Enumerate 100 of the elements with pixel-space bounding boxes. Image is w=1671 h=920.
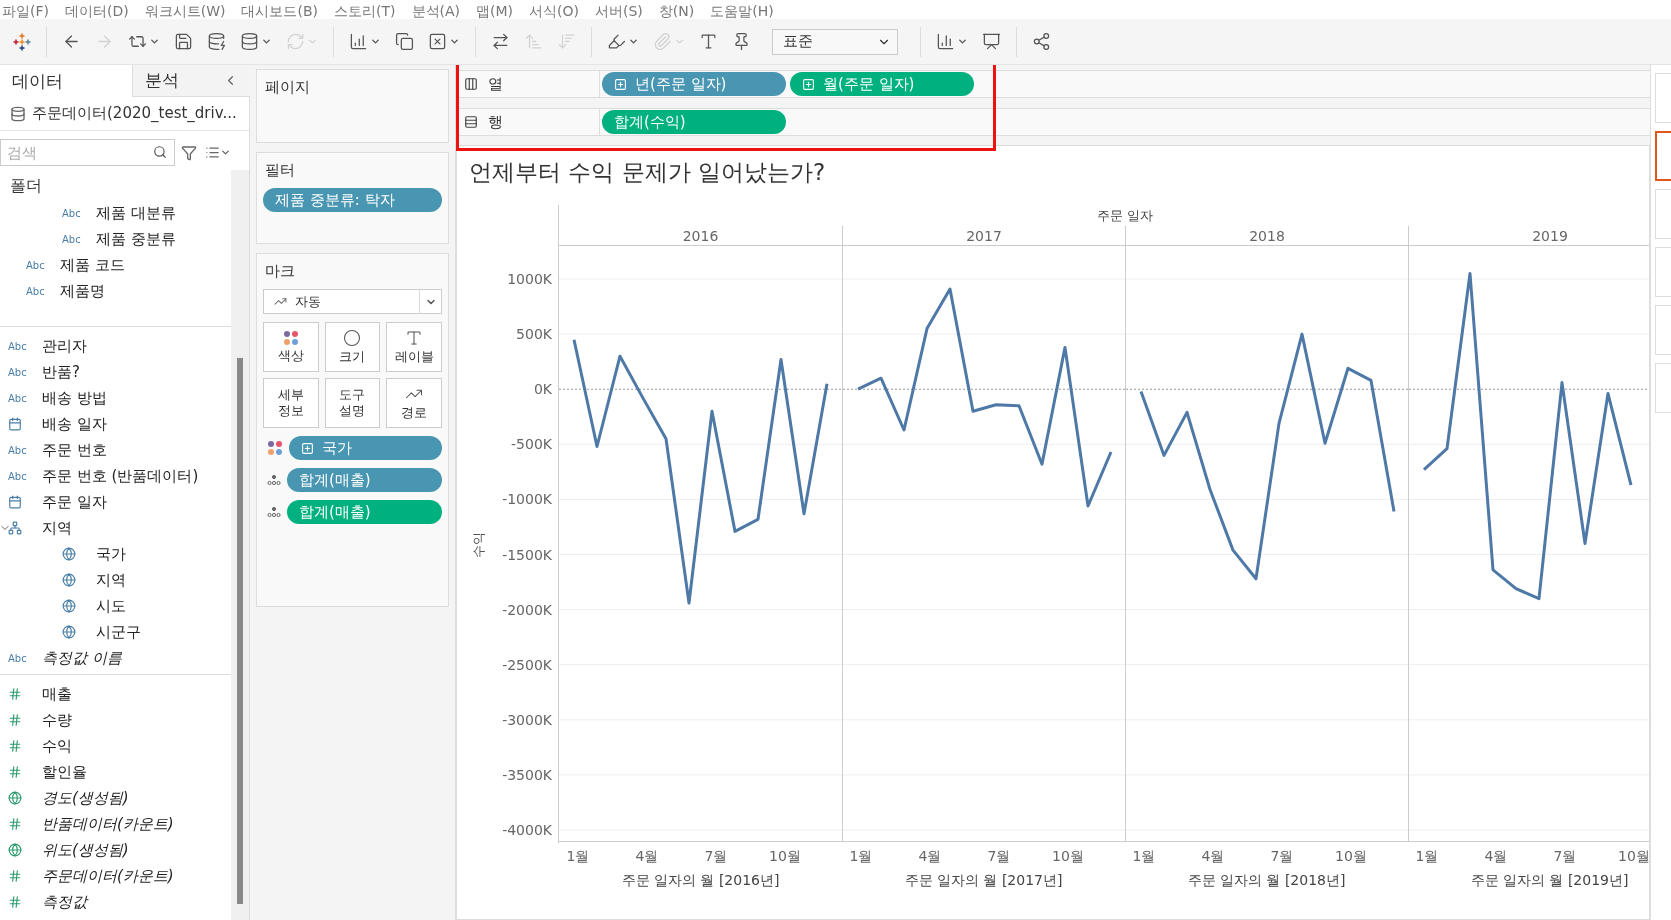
axis-tick-label: 10월 — [769, 848, 801, 866]
datasource-name[interactable]: 주문데이터(2020_test_driv... — [32, 104, 237, 123]
axis-title: 주문 일자의 월 [2018년] — [1186, 872, 1347, 890]
back-arrow-icon — [62, 32, 81, 51]
menu-item[interactable]: 맵(M) — [476, 3, 514, 19]
menu-item[interactable]: 대시보드(B) — [241, 3, 318, 19]
field-item[interactable]: 수익 — [0, 733, 231, 759]
field-item[interactable]: 매출 — [0, 681, 231, 707]
type-label: Abc — [26, 259, 46, 271]
size-circles-icon — [343, 329, 362, 347]
field-item[interactable]: Abc 제품 중분류 — [0, 226, 231, 252]
axis-tick-label: 4월 — [1484, 848, 1508, 866]
field-item[interactable]: 위도(생성됨) — [0, 837, 231, 863]
axis-tick-label: 1월 — [1415, 848, 1439, 866]
sort-ascending-icon — [524, 32, 543, 51]
type-label: Abc — [26, 285, 46, 297]
expand-icon — [614, 77, 627, 91]
scrollbar[interactable] — [231, 170, 249, 920]
menu-item[interactable]: 스토리(T) — [334, 3, 396, 19]
menu-item[interactable]: 분석(A) — [411, 3, 460, 19]
section-heading: 폴더 — [9, 175, 43, 197]
mark-property-button[interactable]: 도구 설명 — [324, 378, 381, 428]
field-item[interactable]: 반품데이터(카운트) — [0, 811, 231, 837]
field-item[interactable]: 지역 — [0, 567, 231, 593]
pin-icon — [732, 32, 751, 51]
square-x-icon — [428, 32, 447, 51]
axis-tick-label: -1500K — [502, 546, 552, 563]
presentation-icon — [982, 32, 1001, 51]
color-dots-icon — [267, 440, 283, 456]
chart-icon — [936, 32, 955, 51]
menu-item[interactable]: 도움말(H) — [710, 3, 774, 19]
datasource-icon — [10, 105, 26, 122]
menu-item[interactable]: 파일(F) — [2, 3, 49, 19]
panel-tab[interactable]: 분석 — [132, 65, 250, 97]
field-item[interactable]: Abc 측정값 이름 — [0, 645, 231, 671]
text-icon — [405, 329, 424, 347]
field-item[interactable]: Abc 주문 번호 — [0, 437, 231, 463]
columns-icon — [464, 77, 478, 91]
menu-item[interactable]: 창(N) — [658, 3, 695, 19]
field-item[interactable]: 지역 — [0, 515, 231, 541]
field-item[interactable]: 수량 — [0, 707, 231, 733]
year-header: 2017 — [842, 226, 1125, 246]
shelf[interactable]: 행 합계(수익) — [456, 108, 1650, 136]
field-item[interactable]: 시도 — [0, 593, 231, 619]
menu-item[interactable]: 데이터(D) — [65, 3, 129, 19]
axis-tick-label: -1000K — [502, 491, 552, 508]
field-item[interactable]: Abc 관리자 — [0, 333, 231, 359]
axis-tick-label: 7월 — [704, 848, 728, 866]
field-item[interactable]: Abc 주문 번호 (반품데이터) — [0, 463, 231, 489]
type-label: Abc — [8, 652, 28, 664]
menu-item[interactable]: 워크시트(W) — [144, 3, 226, 19]
axis-tick-label: 4월 — [918, 848, 942, 866]
field-item[interactable]: 배송 일자 — [0, 411, 231, 437]
axis-tick-label: 4월 — [1201, 848, 1225, 866]
field-item[interactable]: Abc 배송 방법 — [0, 385, 231, 411]
text-icon — [699, 32, 718, 51]
axis-tick-label: 7월 — [987, 848, 1011, 866]
highlighter-icon — [607, 32, 626, 51]
search-field[interactable]: 검색 — [0, 139, 175, 166]
type-label: Abc — [62, 207, 82, 219]
mark-property-button[interactable]: 경로 — [386, 378, 442, 428]
axis-tick-label: -2000K — [502, 601, 552, 618]
type-label: Abc — [8, 444, 28, 456]
column-header: 주문 일자 — [1095, 206, 1155, 225]
field-item[interactable]: Abc 반품? — [0, 359, 231, 385]
axis-tick-label: 7월 — [1553, 848, 1577, 866]
sort-descending-icon — [557, 32, 576, 51]
field-item[interactable]: 시군구 — [0, 619, 231, 645]
fit-dropdown[interactable]: 표준 — [772, 28, 898, 55]
menu-item[interactable]: 서식(O) — [529, 3, 579, 19]
field-item[interactable]: 측정값 — [0, 889, 231, 915]
axis-tick-label: -2500K — [502, 656, 552, 673]
mark-property-button[interactable]: 크기 — [324, 322, 381, 372]
detail-dots-icon — [267, 506, 281, 518]
rows-icon — [464, 115, 478, 129]
menu-item[interactable]: 서버(S) — [595, 3, 643, 19]
field-item[interactable]: Abc 제품 코드 — [0, 252, 231, 278]
mark-type-dropdown[interactable]: 자동 — [263, 289, 442, 314]
field-item[interactable]: 할인율 — [0, 759, 231, 785]
mark-property-button[interactable]: 세부 정보 — [263, 378, 319, 428]
field-item[interactable]: Abc 제품 대분류 — [0, 200, 231, 226]
share-icon — [1032, 32, 1051, 51]
field-item[interactable]: 주문 일자 — [0, 489, 231, 515]
axis-tick-label: 10월 — [1052, 848, 1084, 866]
field-item[interactable]: 국가 — [0, 541, 231, 567]
year-header: 2016 — [559, 226, 842, 246]
field-item[interactable]: 경도(생성됨) — [0, 785, 231, 811]
mark-property-button[interactable]: 색상 — [263, 322, 319, 372]
axis-tick-label: -4000K — [502, 821, 552, 838]
field-item[interactable]: 주문데이터(카운트) — [0, 863, 231, 889]
mark-property-button[interactable]: 레이블 — [386, 322, 442, 372]
axis-title: 주문 일자의 월 [2017년] — [903, 872, 1064, 890]
card-title: 필터 — [264, 161, 296, 180]
copy-icon — [395, 32, 414, 51]
card-title: 마크 — [264, 262, 296, 281]
expand-icon — [301, 441, 314, 455]
field-item[interactable]: Abc 제품명 — [0, 278, 231, 304]
line-icon — [274, 295, 287, 308]
axis-tick-label: 4월 — [635, 848, 659, 866]
swap-icon — [491, 32, 510, 51]
